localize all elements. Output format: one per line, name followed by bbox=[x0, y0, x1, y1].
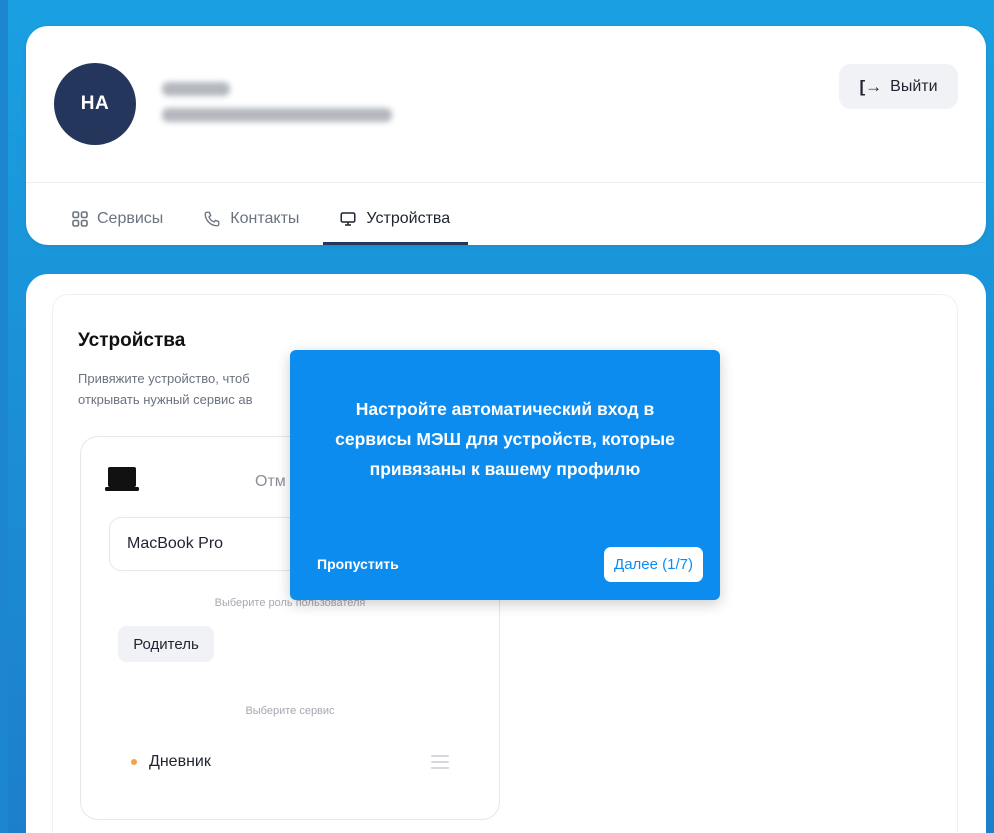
service-item[interactable]: Дневник bbox=[131, 753, 211, 771]
service-dot-icon bbox=[131, 759, 137, 765]
tab-contacts-label: Контакты bbox=[230, 210, 300, 227]
service-label: Выберите сервис bbox=[245, 705, 335, 717]
grid-icon bbox=[72, 211, 88, 227]
service-item-label: Дневник bbox=[149, 753, 211, 770]
tab-contacts[interactable]: Контакты bbox=[203, 196, 299, 242]
laptop-icon bbox=[105, 467, 139, 498]
user-name-redacted bbox=[162, 82, 392, 122]
tab-devices[interactable]: Устройства bbox=[323, 196, 468, 245]
phone-icon bbox=[203, 210, 221, 228]
drag-handle-icon[interactable] bbox=[431, 755, 449, 773]
logout-label: Выйти bbox=[890, 77, 938, 95]
logout-button[interactable]: [→ Выйти bbox=[839, 64, 958, 109]
tab-devices-label: Устройства bbox=[366, 210, 451, 227]
skip-button[interactable]: Пропустить bbox=[317, 556, 399, 572]
profile-header-card: НА [→ Выйти Сервисы Контакты Устройства bbox=[26, 26, 986, 245]
profile-tabs: Сервисы Контакты Устройства bbox=[72, 196, 490, 245]
onboarding-tooltip: Настройте автоматический вход в сервисы … bbox=[290, 350, 720, 600]
header-divider bbox=[26, 182, 986, 183]
tab-services-label: Сервисы bbox=[97, 210, 164, 227]
logout-icon: [→ bbox=[859, 76, 883, 96]
tooltip-text: Настройте автоматический вход в сервисы … bbox=[335, 399, 675, 479]
user-full-name-blurred bbox=[162, 108, 392, 122]
user-last-name-blurred bbox=[162, 82, 230, 96]
next-button[interactable]: Далее (1/7) bbox=[604, 547, 703, 582]
cancel-button[interactable]: Отм bbox=[255, 473, 286, 491]
avatar[interactable]: НА bbox=[54, 63, 136, 145]
window-frame-edge bbox=[0, 0, 8, 833]
devices-description: Привяжите устройство, чтоб открывать нуж… bbox=[78, 371, 253, 407]
role-chip-parent[interactable]: Родитель bbox=[118, 626, 214, 662]
monitor-icon bbox=[339, 210, 357, 228]
tab-services[interactable]: Сервисы bbox=[72, 196, 163, 242]
devices-title: Устройства bbox=[78, 330, 186, 351]
